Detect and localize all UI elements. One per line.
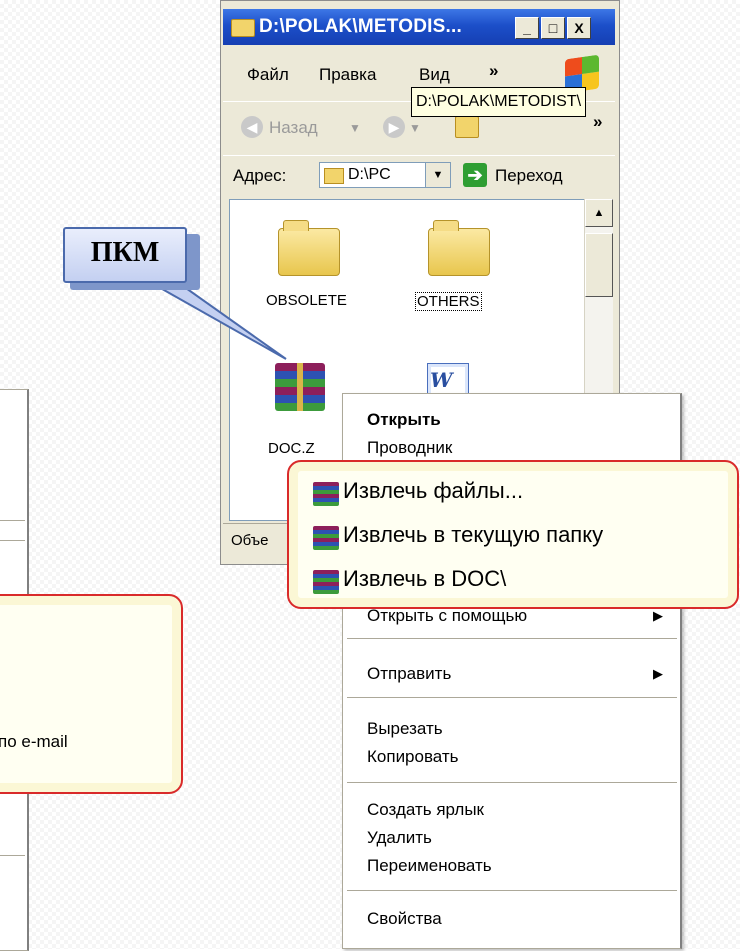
- menu-item-copy[interactable]: Копировать: [367, 747, 459, 767]
- menu-item-label: Извлечь в DOC\: [343, 566, 507, 591]
- winrar-icon: [313, 570, 339, 594]
- go-button-label[interactable]: Переход: [495, 166, 563, 186]
- folder-icon[interactable]: [278, 220, 340, 276]
- winrar-icon: [313, 482, 339, 506]
- file-name[interactable]: OTHERS: [415, 292, 482, 311]
- folder-up-icon[interactable]: [455, 116, 479, 138]
- menu-view[interactable]: Вид: [419, 65, 450, 85]
- menu-separator: [0, 855, 25, 856]
- scroll-thumb[interactable]: [585, 233, 613, 297]
- menu-item-label: Извлечь в текущую папку: [343, 522, 604, 547]
- menu-item-delete[interactable]: Удалить: [367, 828, 432, 848]
- menu-separator: [347, 638, 677, 639]
- menu-item-cut[interactable]: Вырезать: [367, 719, 443, 739]
- menu-separator: [347, 697, 677, 698]
- submenu-arrow-icon: ▶: [653, 608, 663, 623]
- scroll-up-icon[interactable]: ▲: [585, 199, 613, 227]
- address-value[interactable]: D:\PC: [348, 166, 418, 184]
- winrar-icon: [313, 526, 339, 550]
- address-input[interactable]: D:\PC ▼: [319, 162, 451, 188]
- menu-item-open-with[interactable]: Открыть с помощью: [367, 606, 527, 626]
- back-button-label[interactable]: Назад: [269, 118, 318, 138]
- menu-separator: [347, 890, 677, 891]
- title-bar[interactable]: D:\POLAK\METODIS... _ □ X: [223, 9, 615, 45]
- submenu-arrow-icon: ▶: [653, 666, 663, 681]
- status-text: Объе: [231, 532, 269, 549]
- forward-arrow-icon[interactable]: ▶: [383, 116, 405, 138]
- menu-item-create-shortcut[interactable]: Создать ярлык: [367, 800, 484, 820]
- menu-item-explorer[interactable]: Проводник: [367, 438, 452, 458]
- file-name[interactable]: DOC.Z: [268, 440, 315, 457]
- window-title: D:\POLAK\METODIS...: [259, 16, 462, 37]
- close-button[interactable]: X: [567, 17, 591, 39]
- path-tooltip: D:\POLAK\METODIST\: [411, 87, 587, 117]
- menu-edit[interactable]: Правка: [319, 65, 376, 85]
- menu-file[interactable]: Файл: [247, 65, 289, 85]
- folder-icon: [324, 168, 344, 184]
- forward-dropdown-icon[interactable]: ▼: [409, 121, 421, 135]
- menu-separator: [347, 782, 677, 783]
- back-dropdown-icon[interactable]: ▼: [349, 121, 361, 135]
- right-click-callout: ПКМ: [63, 227, 187, 283]
- menu-more-chevron-icon[interactable]: »: [489, 61, 498, 81]
- address-label: Адрес:: [233, 166, 287, 185]
- send-to-highlight-box: по e-mail: [0, 594, 183, 794]
- minimize-button[interactable]: _: [515, 17, 539, 39]
- address-bar: Адрес: D:\PC ▼ ➔ Переход: [223, 155, 615, 194]
- go-arrow-icon[interactable]: ➔: [463, 163, 487, 187]
- callout-label: ПКМ: [90, 237, 160, 268]
- winrar-archive-icon[interactable]: [275, 363, 325, 411]
- menu-separator: [0, 520, 25, 521]
- menu-separator: [0, 540, 25, 541]
- maximize-button[interactable]: □: [541, 17, 565, 39]
- menu-item-send-to[interactable]: Отправить: [367, 664, 451, 684]
- menu-item-rename[interactable]: Переименовать: [367, 856, 492, 876]
- winrar-extract-highlight-box: Извлечь файлы... Извлечь в текущую папку…: [287, 460, 739, 609]
- back-arrow-icon[interactable]: ◀: [241, 116, 263, 138]
- chevron-down-icon[interactable]: ▼: [425, 163, 450, 187]
- menu-item-label: Извлечь файлы...: [343, 478, 524, 503]
- file-name[interactable]: OBSOLETE: [266, 292, 347, 309]
- menu-item-properties[interactable]: Свойства: [367, 909, 442, 929]
- menu-item-open[interactable]: Открыть: [367, 410, 441, 430]
- folder-icon[interactable]: [428, 220, 490, 276]
- folder-icon: [231, 19, 255, 37]
- toolbar-more-chevron-icon[interactable]: »: [593, 112, 602, 132]
- send-email-label[interactable]: по e-mail: [0, 732, 68, 752]
